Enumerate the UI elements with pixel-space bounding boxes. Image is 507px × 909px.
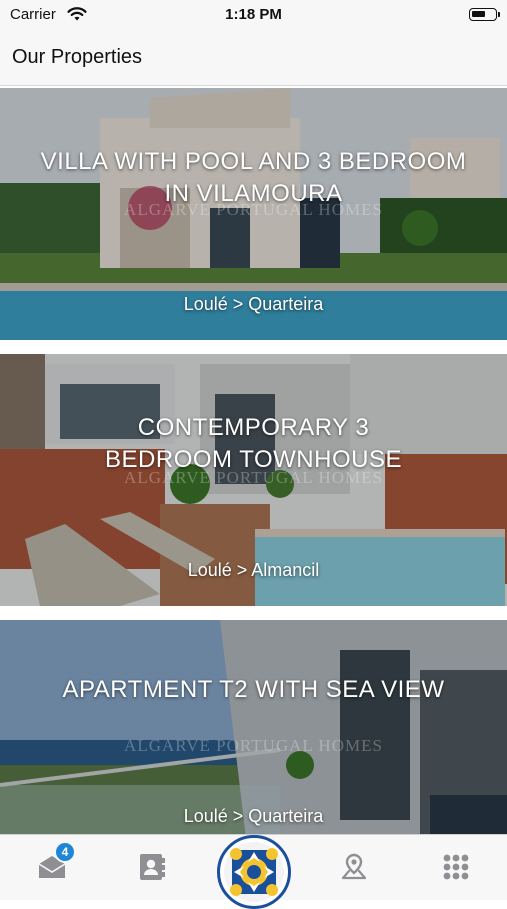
status-bar: Carrier 1:18 PM <box>0 0 507 30</box>
home-logo-button[interactable] <box>217 835 291 909</box>
property-location: Loulé > Quarteira <box>183 294 324 314</box>
property-title-line-1: APARTMENT T2 WITH SEA VIEW <box>62 676 445 703</box>
watermark: ALGARVE PORTUGAL HOMES <box>124 468 383 487</box>
grid-icon <box>442 853 470 886</box>
tab-more[interactable] <box>436 849 476 889</box>
property-location: Loulé > Almancil <box>187 560 320 580</box>
tab-map[interactable] <box>334 849 374 889</box>
tab-contacts[interactable] <box>132 849 172 889</box>
tab-messages[interactable]: 4 <box>32 841 76 889</box>
property-title: APARTMENT T2 WITH SEA VIEW <box>14 674 493 706</box>
page-title: Our Properties <box>12 46 143 68</box>
clock: 1:18 PM <box>225 6 282 23</box>
navigation-bar: Our Properties <box>0 30 507 86</box>
messages-badge: 4 <box>54 841 76 863</box>
tile-logo-icon <box>224 842 284 902</box>
property-title: CONTEMPORARY 3 BEDROOM TOWNHOUSE <box>14 412 493 476</box>
tab-bar: 4 <box>0 834 507 909</box>
property-title-line-1: CONTEMPORARY 3 <box>137 414 370 441</box>
map-pin-icon <box>339 852 369 887</box>
watermark: ALGARVE PORTUGAL HOMES <box>124 736 383 755</box>
watermark: ALGARVE PORTUGAL HOMES <box>124 200 383 219</box>
property-card-townhouse[interactable]: CONTEMPORARY 3 BEDROOM TOWNHOUSE ALGARVE… <box>0 354 507 606</box>
property-card-villa[interactable]: VILLA WITH POOL AND 3 BEDROOM IN VILAMOU… <box>0 88 507 340</box>
contact-card-icon <box>137 852 167 887</box>
property-title-line-1: VILLA WITH POOL AND 3 BEDROOM <box>40 148 467 175</box>
property-location: Loulé > Quarteira <box>183 806 324 826</box>
battery-icon <box>469 8 500 21</box>
